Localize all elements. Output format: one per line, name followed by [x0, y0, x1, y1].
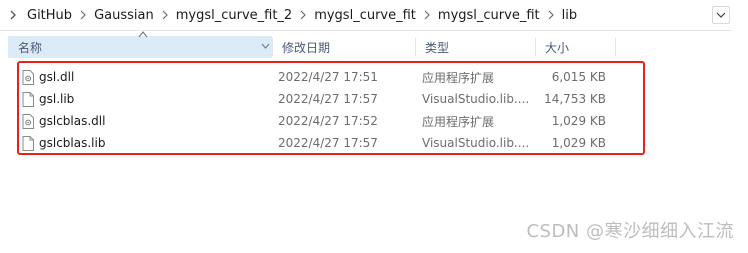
chevron-right-icon[interactable] — [77, 8, 89, 22]
file-row[interactable]: gsl.lib 2022/4/27 17:57 VisualStudio.lib… — [18, 88, 638, 110]
column-header-name-label: 名称 — [18, 40, 43, 55]
column-header-name[interactable]: 名称 — [8, 31, 272, 58]
lib-file-icon — [22, 132, 36, 154]
watermark: CSDN @寒沙细细入江流 — [526, 221, 734, 242]
file-size: 1,029 KB — [551, 136, 606, 150]
file-row[interactable]: gslcblas.dll 2022/4/27 17:52 应用程序扩展 1,02… — [18, 110, 638, 132]
column-header-size[interactable]: 大小 — [535, 36, 615, 58]
column-header-date-label: 修改日期 — [282, 40, 331, 55]
sort-ascending-icon — [138, 31, 148, 38]
scrollbar[interactable] — [733, 30, 748, 253]
address-bar[interactable]: GitHub Gaussian mygsl_curve_fit_2 mygsl_… — [0, 0, 732, 31]
chevron-right-icon[interactable] — [545, 8, 557, 22]
breadcrumb-mygsl-curve-fit[interactable]: mygsl_curve_fit — [309, 6, 421, 25]
column-header-row: 名称 修改日期 类型 大小 — [8, 31, 638, 58]
chevron-right-icon[interactable] — [159, 8, 171, 22]
column-header-size-label: 大小 — [545, 40, 570, 55]
file-date: 2022/4/27 17:51 — [278, 70, 378, 84]
file-name: gslcblas.dll — [39, 114, 106, 128]
file-size: 14,753 KB — [544, 92, 606, 106]
file-name: gslcblas.lib — [39, 136, 106, 150]
breadcrumb-mygsl-curve-fit-inner[interactable]: mygsl_curve_fit — [433, 6, 545, 25]
breadcrumb-github[interactable]: GitHub — [22, 6, 77, 25]
column-header-date[interactable]: 修改日期 — [272, 36, 415, 58]
file-type: 应用程序扩展 — [422, 70, 495, 85]
file-explorer-window: GitHub Gaussian mygsl_curve_fit_2 mygsl_… — [0, 0, 748, 253]
dll-file-icon — [22, 66, 36, 88]
breadcrumb-lib[interactable]: lib — [557, 6, 582, 25]
chevron-down-icon[interactable] — [260, 40, 270, 52]
chevron-right-icon[interactable] — [421, 8, 433, 22]
file-name: gsl.lib — [39, 92, 75, 106]
file-row[interactable]: gsl.dll 2022/4/27 17:51 应用程序扩展 6,015 KB — [18, 66, 638, 88]
chevron-right-icon[interactable] — [6, 8, 20, 22]
column-header-type-label: 类型 — [425, 40, 450, 55]
lib-file-icon — [22, 88, 36, 110]
column-header-type[interactable]: 类型 — [415, 36, 535, 58]
file-type: 应用程序扩展 — [422, 114, 495, 129]
file-size: 6,015 KB — [551, 70, 606, 84]
column-divider[interactable] — [615, 38, 616, 56]
breadcrumb-gaussian[interactable]: Gaussian — [89, 6, 159, 25]
file-date: 2022/4/27 17:57 — [278, 92, 378, 106]
file-name: gsl.dll — [39, 70, 75, 84]
file-type: VisualStudio.lib.... — [422, 92, 530, 106]
breadcrumb-mygsl-curve-fit-2[interactable]: mygsl_curve_fit_2 — [171, 6, 297, 25]
file-type: VisualStudio.lib.... — [422, 136, 530, 150]
chevron-down-icon[interactable] — [712, 6, 730, 24]
file-date: 2022/4/27 17:52 — [278, 114, 378, 128]
file-size: 1,029 KB — [551, 114, 606, 128]
dll-file-icon — [22, 110, 36, 132]
file-date: 2022/4/27 17:57 — [278, 136, 378, 150]
file-row[interactable]: gslcblas.lib 2022/4/27 17:57 VisualStudi… — [18, 132, 638, 154]
chevron-right-icon[interactable] — [297, 8, 309, 22]
